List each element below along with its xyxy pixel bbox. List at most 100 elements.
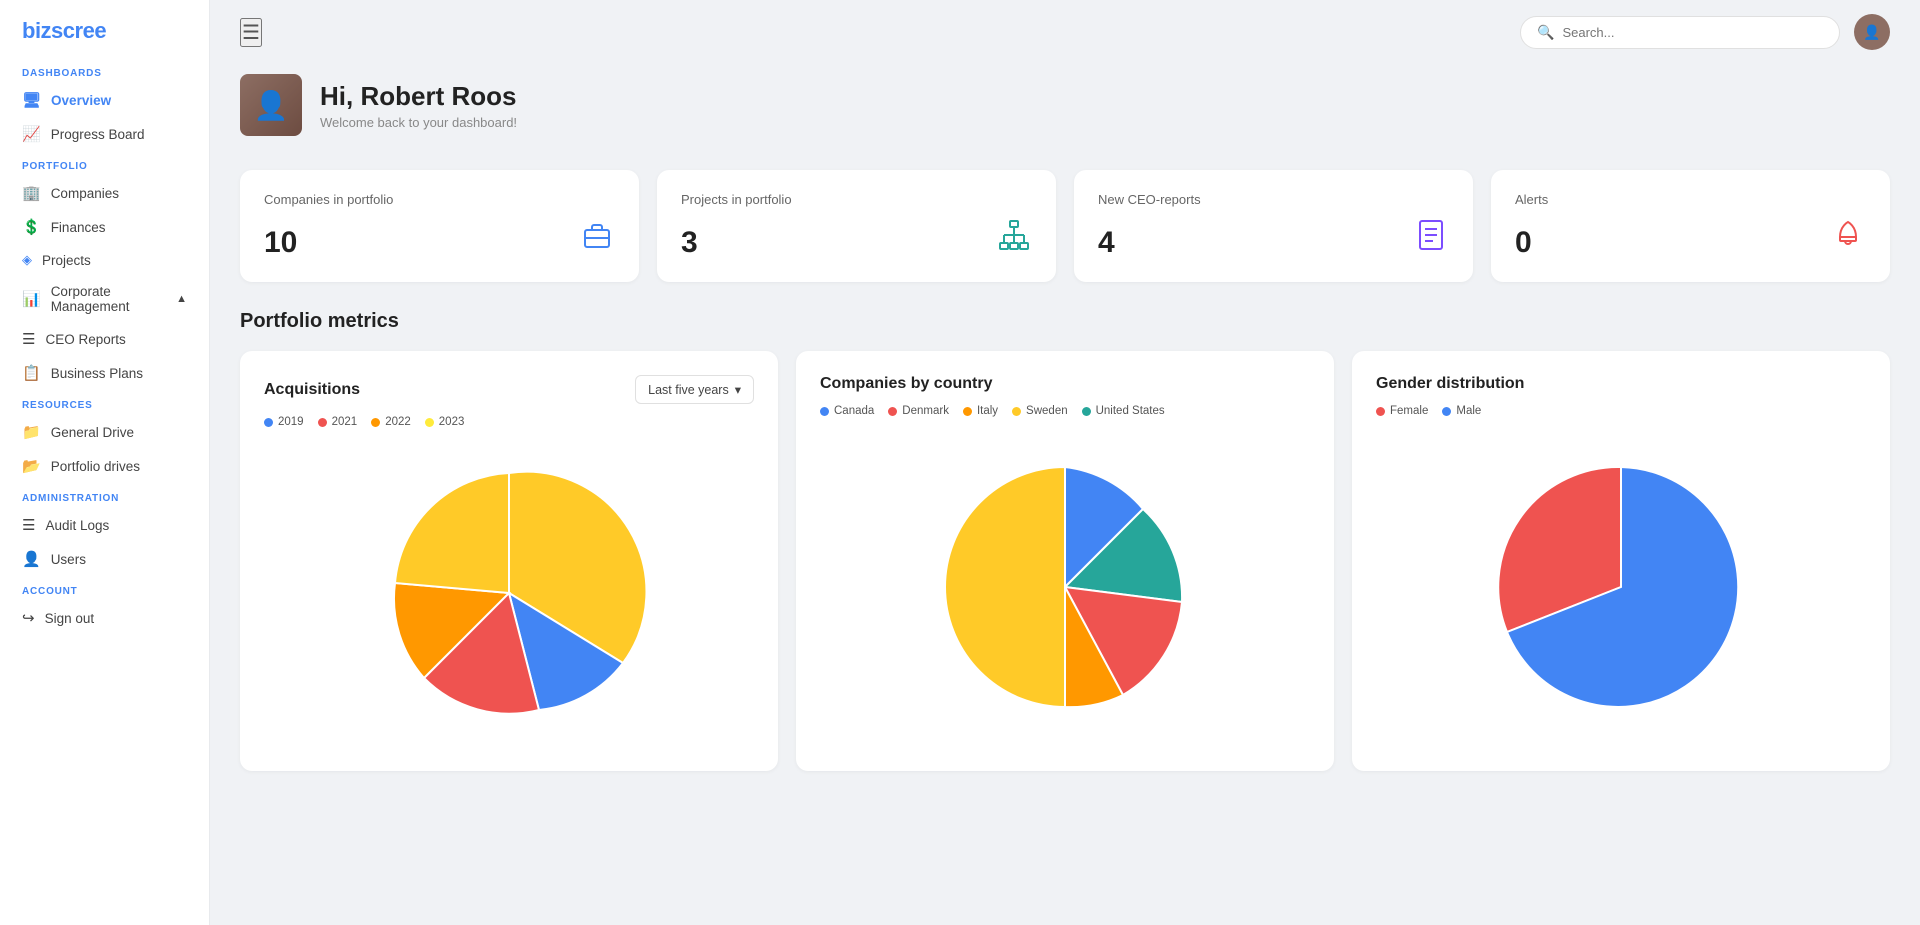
stat-card-value: 3	[681, 226, 698, 260]
gender-pie-chart	[1481, 447, 1761, 727]
sidebar-item-business-plans[interactable]: 📋 Business Plans	[0, 356, 209, 390]
brand-logo: bizscree	[0, 0, 209, 58]
sidebar-item-label: Business Plans	[51, 366, 143, 381]
legend-item-denmark: Denmark	[888, 405, 949, 417]
topbar: ☰ 🔍 👤	[210, 0, 1920, 64]
welcome-section: 👤 Hi, Robert Roos Welcome back to your d…	[240, 64, 1890, 146]
sidebar-item-companies[interactable]: 🏢 Companies	[0, 176, 209, 210]
sidebar-item-label: Projects	[42, 253, 91, 268]
welcome-avatar: 👤	[240, 74, 302, 136]
legend-item-canada: Canada	[820, 405, 874, 417]
sidebar: bizscree DASHBOARDS 🖥 Overview 📈 Progres…	[0, 0, 210, 925]
legend-dot	[264, 418, 273, 427]
chart-header: Gender distribution	[1376, 375, 1866, 393]
legend-dot	[1082, 407, 1091, 416]
section-label-portfolio: PORTFOLIO	[0, 151, 209, 176]
avatar-placeholder-icon: 👤	[254, 89, 289, 122]
search-input[interactable]	[1562, 25, 1823, 40]
logs-icon: ☰	[22, 516, 35, 534]
sidebar-item-label: Overview	[51, 93, 111, 108]
sidebar-item-finances[interactable]: 💲 Finances	[0, 210, 209, 244]
greeting-text: Hi, Robert Roos	[320, 81, 517, 112]
avatar-initials: 👤	[1863, 24, 1880, 41]
bell-icon	[1830, 217, 1866, 260]
search-icon: 🔍	[1537, 24, 1554, 41]
stat-card-alerts: Alerts 0	[1491, 170, 1890, 282]
legend-item-sweden: Sweden	[1012, 405, 1068, 417]
legend-label: Female	[1390, 405, 1428, 417]
search-bar[interactable]: 🔍	[1520, 16, 1840, 49]
chart-header: Companies by country	[820, 375, 1310, 393]
sidebar-item-audit-logs[interactable]: ☰ Audit Logs	[0, 508, 209, 542]
legend-label: 2022	[385, 416, 411, 428]
sidebar-item-corporate-management[interactable]: 📊 Corporate Management ▲	[0, 276, 209, 322]
hierarchy-icon	[996, 217, 1032, 260]
legend-item-us: United States	[1082, 405, 1165, 417]
legend-item-2019: 2019	[264, 416, 304, 428]
stat-card-projects: Projects in portfolio 3	[657, 170, 1056, 282]
stat-card-label: New CEO-reports	[1098, 192, 1449, 207]
sidebar-item-progress-board[interactable]: 📈 Progress Board	[0, 117, 209, 151]
folder-shared-icon: 📂	[22, 457, 41, 475]
sidebar-item-label: General Drive	[51, 425, 134, 440]
chart-card-countries: Companies by country Canada Denmark Ital…	[796, 351, 1334, 771]
sidebar-item-label: Companies	[51, 186, 119, 201]
dollar-icon: 💲	[22, 218, 41, 236]
countries-chart-area	[820, 427, 1310, 747]
chart-legend: 2019 2021 2022 2023	[264, 416, 754, 428]
sidebar-item-overview[interactable]: 🖥 Overview	[0, 83, 209, 117]
sidebar-item-label: Users	[51, 552, 86, 567]
legend-label: 2021	[332, 416, 358, 428]
filter-label: Last five years	[648, 383, 729, 397]
stat-card-body: 4	[1098, 217, 1449, 260]
sidebar-item-users[interactable]: 👤 Users	[0, 542, 209, 576]
sidebar-item-label: Finances	[51, 220, 106, 235]
monitor-icon: 🖥	[22, 91, 41, 109]
stat-card-value: 4	[1098, 226, 1115, 260]
section-label-account: ACCOUNT	[0, 576, 209, 601]
chart-bar-icon: 📊	[22, 290, 41, 308]
folder-icon: 📁	[22, 423, 41, 441]
countries-pie-chart	[925, 447, 1205, 727]
legend-label: Italy	[977, 405, 998, 417]
legend-label: 2023	[439, 416, 465, 428]
stat-card-value: 0	[1515, 226, 1532, 260]
legend-label: Male	[1456, 405, 1481, 417]
chart-icon: 📈	[22, 125, 41, 143]
sidebar-item-projects[interactable]: ◈ Projects	[0, 244, 209, 276]
sidebar-item-label: Progress Board	[51, 127, 145, 142]
sidebar-item-label: Audit Logs	[45, 518, 109, 533]
diamond-icon: ◈	[22, 252, 32, 268]
chart-card-acquisitions: Acquisitions Last five years ▾ 2019 2021	[240, 351, 778, 771]
welcome-text: Hi, Robert Roos Welcome back to your das…	[320, 81, 517, 130]
legend-dot	[1376, 407, 1385, 416]
chart-title: Acquisitions	[264, 381, 360, 399]
chart-title: Gender distribution	[1376, 375, 1524, 393]
sidebar-item-sign-out[interactable]: ↪ Sign out	[0, 601, 209, 635]
document-icon: 📋	[22, 364, 41, 382]
user-avatar[interactable]: 👤	[1854, 14, 1890, 50]
sidebar-item-general-drive[interactable]: 📁 General Drive	[0, 415, 209, 449]
section-label-administration: ADMINISTRATION	[0, 483, 209, 508]
hamburger-button[interactable]: ☰	[240, 18, 262, 47]
legend-item-male: Male	[1442, 405, 1481, 417]
metrics-title: Portfolio metrics	[240, 310, 1890, 333]
legend-item-2023: 2023	[425, 416, 465, 428]
topbar-right: 🔍 👤	[1520, 14, 1890, 50]
legend-dot	[371, 418, 380, 427]
sidebar-item-portfolio-drives[interactable]: 📂 Portfolio drives	[0, 449, 209, 483]
legend-item-italy: Italy	[963, 405, 998, 417]
sidebar-item-ceo-reports[interactable]: ☰ CEO Reports	[0, 322, 209, 356]
stat-card-companies: Companies in portfolio 10	[240, 170, 639, 282]
sidebar-item-label: CEO Reports	[45, 332, 125, 347]
legend-dot	[318, 418, 327, 427]
gender-chart-area	[1376, 427, 1866, 747]
legend-dot	[963, 407, 972, 416]
chart-filter-dropdown[interactable]: Last five years ▾	[635, 375, 754, 404]
stat-card-ceo-reports: New CEO-reports 4	[1074, 170, 1473, 282]
legend-label: Denmark	[902, 405, 949, 417]
stat-card-label: Alerts	[1515, 192, 1866, 207]
legend-dot	[1012, 407, 1021, 416]
page-content: 👤 Hi, Robert Roos Welcome back to your d…	[210, 64, 1920, 801]
stat-card-label: Companies in portfolio	[264, 192, 615, 207]
